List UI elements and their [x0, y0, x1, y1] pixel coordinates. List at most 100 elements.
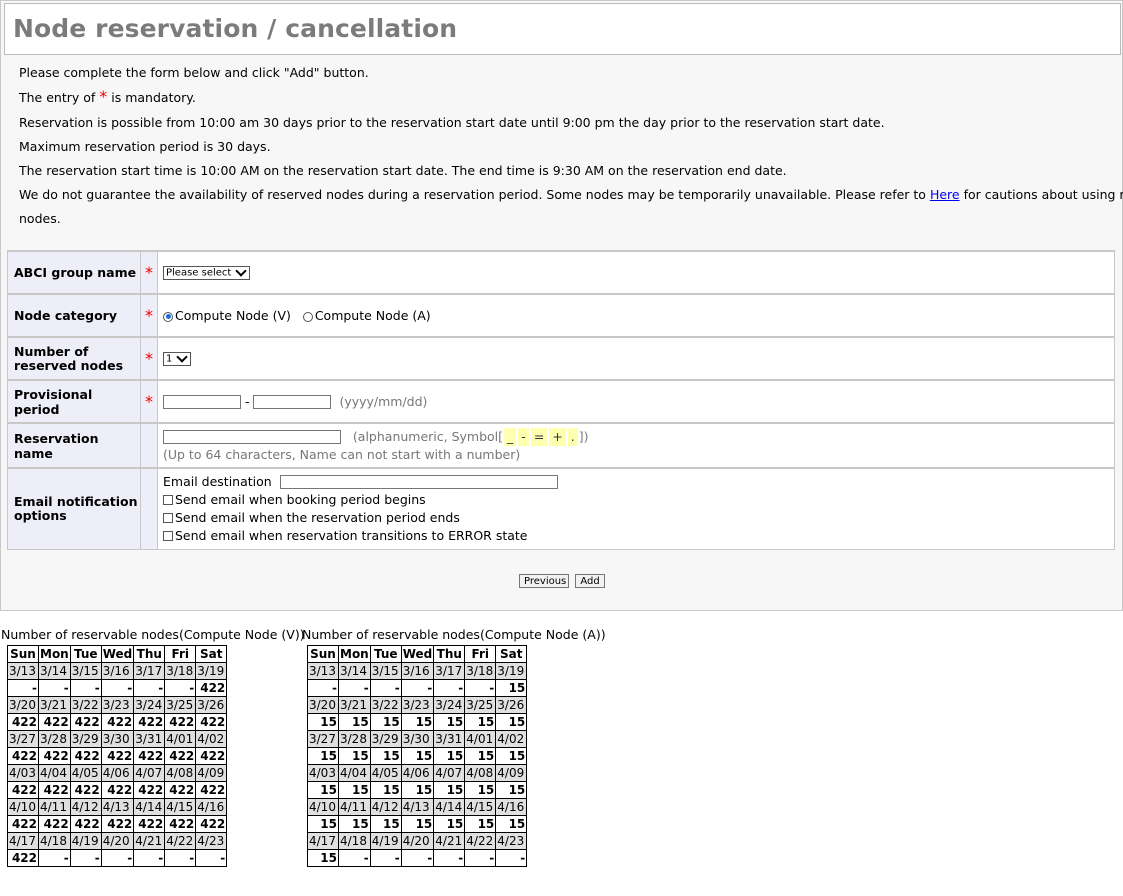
intro-line: Reservation is possible from 10:00 am 30…	[19, 115, 885, 130]
previous-button[interactable]: Previous	[519, 574, 569, 588]
calendar-date: 4/05	[69, 764, 102, 782]
period-end-input[interactable]	[253, 395, 332, 410]
available-nodes: 15	[369, 747, 402, 765]
calendar-date: 4/15	[464, 798, 497, 816]
calendar-date: 3/17	[433, 662, 466, 680]
calendar-date: 4/10	[307, 798, 339, 816]
here-link[interactable]: Here	[930, 187, 960, 202]
nodes-select[interactable]: 1	[163, 351, 192, 367]
day-header: Wed	[400, 645, 435, 663]
calendar-date: 3/21	[38, 696, 71, 714]
available-nodes: -	[338, 849, 371, 867]
calendar-date: 4/11	[338, 798, 371, 816]
calendar-date: 4/12	[69, 798, 102, 816]
period-label: Provisional period	[7, 379, 141, 424]
group-select-value: Please select	[166, 267, 232, 279]
day-header: Tue	[69, 645, 102, 663]
calendar-date-row: 3/27 3/28 3/29 3/30 3/31 4/01 4/02	[307, 730, 528, 748]
available-nodes: 422	[69, 781, 102, 799]
calendar-date: 3/30	[100, 730, 135, 748]
available-nodes: 15	[338, 747, 371, 765]
available-nodes: 422	[195, 679, 228, 697]
available-nodes: -	[69, 679, 102, 697]
resname-hint2: (Up to 64 characters, Name can not start…	[163, 446, 521, 462]
available-nodes: 422	[7, 815, 39, 833]
calendar-date: 4/23	[195, 832, 228, 850]
group-select[interactable]: Please select	[163, 265, 251, 281]
resname-hint-end: ])	[578, 428, 589, 444]
calendar-date: 4/18	[338, 832, 371, 850]
available-nodes: 422	[164, 747, 197, 765]
calendar-value-row: 15- - - - - -	[307, 849, 528, 867]
calendar-value-row: 422 422 422 422 422 422 422	[7, 713, 228, 731]
radio-compute-a[interactable]	[302, 311, 313, 322]
calendar-date: 4/09	[495, 764, 528, 782]
calendar-date: 4/01	[164, 730, 197, 748]
calendar-date: 3/14	[338, 662, 371, 680]
available-nodes: -	[38, 679, 71, 697]
calendar-date: 4/01	[464, 730, 497, 748]
calendar-date-row: 3/20 3/21 3/22 3/23 3/24 3/25 3/26	[7, 696, 228, 714]
available-nodes: 422	[195, 815, 228, 833]
calendar-value-row: 422 422 422 422 422 422 422	[7, 747, 228, 765]
radio-compute-v[interactable]	[163, 311, 173, 322]
available-nodes: 15	[495, 815, 528, 833]
row-category: Node category * Compute Node (V) Compute…	[7, 293, 1115, 338]
resname-cell: (alphanumeric, Symbol[_ - = +.]) (Up to 64 …	[157, 422, 1115, 469]
symbol-equals: =	[530, 427, 548, 446]
calendar-date: 4/04	[338, 764, 371, 782]
calendar-date: 3/27	[7, 730, 39, 748]
category-cell: Compute Node (V) Compute Node (A)	[157, 293, 1115, 338]
available-nodes: 15	[369, 781, 402, 799]
calendar-date: 3/23	[400, 696, 435, 714]
chevron-down-icon	[176, 351, 189, 363]
nodes-label-line: Number of	[14, 343, 89, 359]
calendar-date: 4/09	[195, 764, 228, 782]
required-star: *	[140, 293, 158, 338]
calendar-header-row: Sun Mon Tue Wed Thu Fri Sat	[307, 645, 528, 663]
calendar-date: 4/22	[164, 832, 197, 850]
calendar-date: 3/27	[307, 730, 339, 748]
available-nodes: -	[38, 849, 71, 867]
add-button[interactable]: Add	[575, 574, 605, 588]
period-start-input[interactable]	[163, 395, 241, 410]
calendar-date: 4/02	[195, 730, 228, 748]
email-label: Email notification options	[7, 467, 141, 550]
email-destination-input[interactable]	[279, 475, 558, 490]
calendar-date-row: 3/13 3/14 3/15 3/16 3/17 3/18 3/19	[7, 662, 228, 680]
email-dest-label: Email destination	[163, 473, 272, 489]
available-nodes: 15	[369, 815, 402, 833]
calendar-value-row: 15 15 15 15 15 15 15	[307, 747, 528, 765]
nodes-select-value: 1	[166, 353, 173, 365]
available-nodes: -	[433, 679, 466, 697]
available-nodes: -	[133, 679, 166, 697]
calendar-date: 3/13	[7, 662, 39, 680]
calendar-date-row: 3/13 3/14 3/15 3/16 3/17 3/18 3/19	[307, 662, 528, 680]
day-header: Sat	[495, 645, 528, 663]
checkbox-booking-begins[interactable]	[163, 495, 173, 506]
calendar-date: 3/24	[433, 696, 466, 714]
day-header: Fri	[464, 645, 497, 663]
checkbox-label: Send email when reservation transitions …	[175, 527, 528, 543]
available-nodes: -	[464, 849, 497, 867]
symbol-underscore: _	[504, 427, 517, 446]
intro-text: is mandatory.	[111, 90, 196, 105]
checkbox-period-ends[interactable]	[163, 513, 173, 524]
resname-label: Reservation name	[7, 422, 141, 469]
available-nodes: -	[195, 849, 228, 867]
reservation-name-input[interactable]	[163, 430, 341, 444]
radio-compute-v-label: Compute Node (V)	[175, 308, 291, 323]
available-nodes: -	[369, 849, 402, 867]
available-nodes: 422	[38, 713, 71, 731]
calendar-date-row: 4/10 4/11 4/12 4/13 4/14 4/15 4/16	[307, 798, 528, 816]
day-header: Mon	[38, 645, 71, 663]
available-nodes: 422	[133, 713, 166, 731]
calendar-date: 3/17	[133, 662, 166, 680]
nodes-label-line: reserved nodes	[14, 357, 124, 373]
available-nodes: -	[164, 849, 197, 867]
calendar-date: 3/24	[133, 696, 166, 714]
checkbox-error-state[interactable]	[163, 531, 173, 542]
intro-line: nodes.	[19, 211, 61, 226]
required-star: *	[99, 87, 108, 106]
required-star: *	[140, 379, 158, 424]
